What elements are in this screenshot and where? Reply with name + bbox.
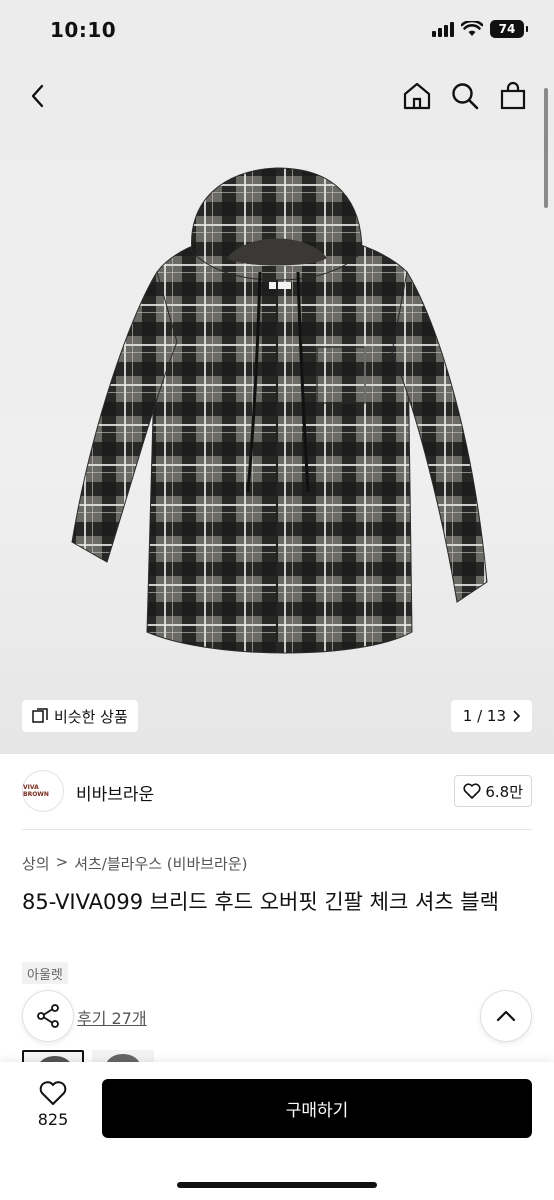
brand-like-count: 6.8만 bbox=[485, 782, 523, 801]
wifi-icon bbox=[461, 21, 483, 36]
share-icon bbox=[37, 1004, 59, 1028]
scroll-to-top-button[interactable] bbox=[480, 990, 532, 1042]
battery-indicator: 74 bbox=[490, 20, 528, 38]
buy-button[interactable]: 구매하기 bbox=[102, 1079, 532, 1138]
reviews-link[interactable]: 후기 27개 bbox=[77, 1005, 147, 1029]
breadcrumb: 상의 > 셔츠/블라우스 (비바브라운) bbox=[22, 853, 248, 874]
brand-name[interactable]: 비바브라운 bbox=[76, 780, 154, 805]
similar-products-label: 비슷한 상품 bbox=[54, 707, 128, 726]
home-button[interactable] bbox=[399, 78, 435, 114]
product-title: 85-VIVA099 브리드 후드 오버핏 긴팔 체크 셔츠 블랙 bbox=[22, 890, 499, 914]
status-time: 10:10 bbox=[50, 18, 117, 42]
search-icon bbox=[452, 83, 479, 110]
product-image-gallery[interactable]: 비슷한 상품 1 / 13 bbox=[0, 62, 554, 754]
chevron-right-icon bbox=[513, 710, 520, 722]
status-bar: 10:10 74 bbox=[0, 0, 554, 62]
chevron-up-icon bbox=[496, 1010, 516, 1022]
image-counter: 1 / 13 bbox=[462, 707, 506, 725]
product-photo bbox=[62, 162, 492, 662]
back-button[interactable] bbox=[20, 78, 56, 114]
wishlist-button[interactable]: 825 bbox=[30, 1080, 76, 1129]
heart-icon bbox=[39, 1081, 67, 1105]
breadcrumb-subcategory[interactable]: 셔츠/블라우스 (비바브라운) bbox=[74, 853, 247, 874]
brand-logo[interactable]: VIVA BROWN bbox=[22, 770, 64, 812]
cellular-signal-icon bbox=[432, 21, 454, 37]
bottom-purchase-bar: 825 구매하기 bbox=[0, 1062, 554, 1200]
wishlist-count: 825 bbox=[37, 1110, 69, 1129]
breadcrumb-category[interactable]: 상의 bbox=[22, 853, 50, 874]
outlet-badge: 아울렛 bbox=[22, 962, 68, 984]
chevron-left-icon bbox=[31, 84, 44, 108]
similar-products-button[interactable]: 비슷한 상품 bbox=[22, 700, 138, 732]
scrollbar-thumb[interactable] bbox=[544, 88, 548, 208]
share-button[interactable] bbox=[22, 990, 74, 1042]
heart-icon bbox=[463, 783, 481, 799]
status-icons: 74 bbox=[432, 20, 528, 38]
shopping-bag-icon bbox=[500, 81, 526, 110]
home-indicator bbox=[177, 1182, 377, 1188]
search-button[interactable] bbox=[447, 78, 483, 114]
cart-button[interactable] bbox=[495, 78, 531, 114]
home-icon bbox=[403, 82, 431, 110]
brand-row: VIVA BROWN 비바브라운 6.8만 bbox=[0, 754, 554, 830]
breadcrumb-separator: > bbox=[55, 853, 69, 871]
copy-icon bbox=[32, 708, 48, 723]
divider bbox=[22, 829, 532, 830]
brand-like-button[interactable]: 6.8만 bbox=[454, 775, 532, 807]
image-counter-button[interactable]: 1 / 13 bbox=[450, 700, 532, 732]
